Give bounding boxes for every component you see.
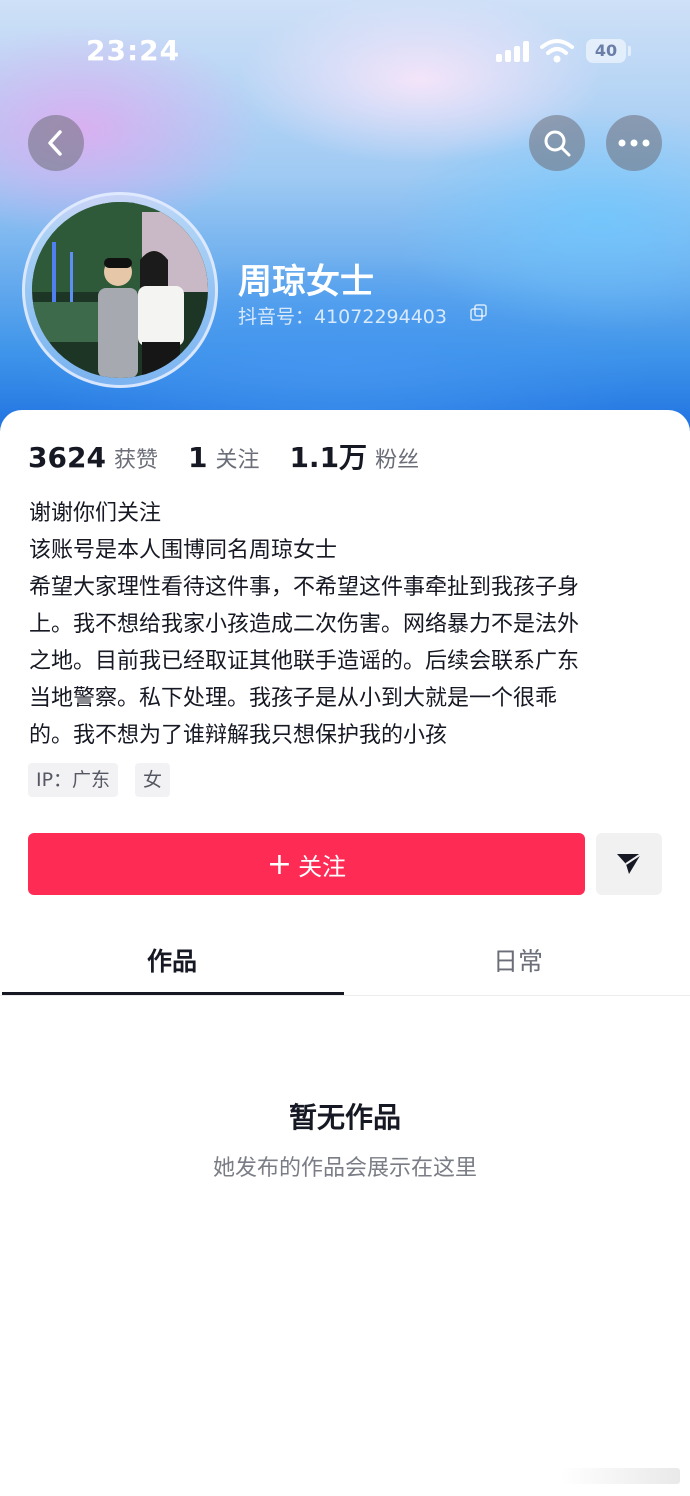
followers-label[interactable]: 粉丝	[375, 442, 419, 474]
profile-stats: 3624 获赞 1 关注 1.1万 粉丝	[28, 436, 419, 476]
copy-icon[interactable]	[470, 304, 488, 322]
avatar-photo	[32, 202, 208, 378]
douyin-id: 抖音号：41072294403	[238, 306, 447, 328]
plus-icon: +	[266, 846, 293, 882]
bio-line: 的。我不想为了谁辩解我只想保护我的小孩	[29, 723, 448, 748]
bio-line: 之地。目前我已经取证其他联手造谣的。后续会联系广东	[29, 649, 580, 674]
status-time: 23:24	[86, 34, 181, 67]
bio-line: 谢谢你们关注	[29, 501, 162, 526]
back-button[interactable]	[28, 115, 84, 171]
ip-location-tag: IP：广东	[28, 763, 119, 797]
profile-bio: 谢谢你们关注 该账号是本人围博同名周琼女士 希望大家理性看待这件事，不希望这件事…	[29, 495, 669, 754]
search-button[interactable]	[529, 115, 585, 171]
bio-line: 当地警察。私下处理。我孩子是从小到大就是一个很乖	[29, 686, 558, 711]
watermark	[560, 1468, 680, 1484]
empty-state-subtitle: 她发布的作品会展示在这里	[212, 1156, 477, 1181]
profile-name: 周琼女士	[238, 262, 374, 302]
bio-line: 上。我不想给我家小孩造成二次伤害。网络暴力不是法外	[29, 612, 580, 637]
following-label[interactable]: 关注	[215, 442, 259, 474]
search-icon	[544, 130, 571, 157]
likes-count: 3624	[28, 441, 106, 474]
tab-daily[interactable]: 日常	[346, 942, 690, 978]
send-message-button[interactable]	[596, 833, 662, 895]
wifi-icon	[540, 39, 574, 63]
cellular-signal-icon	[496, 40, 530, 62]
avatar[interactable]	[32, 202, 208, 378]
battery-indicator: 40	[586, 39, 626, 63]
tab-divider	[0, 995, 690, 996]
more-options-button[interactable]	[606, 115, 662, 171]
likes-label: 获赞	[113, 448, 158, 473]
bio-line: 希望大家理性看待这件事，不希望这件事牵扯到我孩子身	[29, 575, 580, 600]
follow-button[interactable]: + 关注	[28, 833, 585, 895]
more-dots-icon	[618, 139, 650, 147]
gender-tag: 女	[135, 763, 171, 797]
empty-state-title: 暂无作品	[288, 1101, 401, 1134]
bio-line: 该账号是本人围博同名周琼女士	[29, 538, 338, 563]
followers-count[interactable]: 1.1万	[289, 436, 367, 476]
send-icon	[617, 853, 642, 874]
follow-button-label: 关注	[298, 852, 347, 881]
following-count[interactable]: 1	[188, 441, 207, 474]
chevron-left-icon	[48, 130, 62, 156]
battery-cap	[628, 46, 631, 56]
tab-works[interactable]: 作品	[0, 942, 344, 978]
